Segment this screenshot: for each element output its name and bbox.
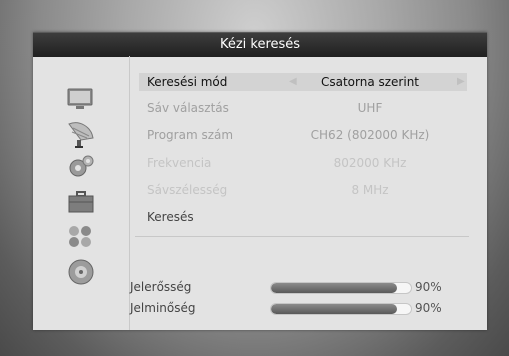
satellite-dish-icon[interactable] [67,118,95,152]
bandwidth-value: 8 MHz [351,183,389,197]
search-mode-value: Csatorna szerint [320,75,420,89]
search-row[interactable]: Keresés [139,208,467,226]
search-button[interactable]: Keresés [147,210,194,224]
settings-gear-icon[interactable] [67,153,95,183]
frequency-label: Frekvencia [147,156,212,170]
signal-quality-percent: 90% [415,301,442,315]
frequency-row: Frekvencia 802000 KHz [139,154,467,172]
chevron-right-icon[interactable]: ▶ [457,76,465,87]
signal-quality-label: Jelminőség [130,301,196,315]
band-select-label: Sáv választás [147,101,229,115]
signal-quality-fill [271,304,397,314]
band-select-value: UHF [357,101,383,115]
bandwidth-row: Sávszélesség 8 MHz [139,181,467,199]
tv-icon[interactable] [67,88,93,114]
signal-strength-bar [270,282,412,294]
manual-search-dialog: Kézi keresés Keresési mód ◀ Csatorna sze… [33,32,487,330]
settings-panel: Keresési mód ◀ Csatorna szerint ▶ Sáv vá… [130,56,487,330]
signal-strength-percent: 90% [415,280,442,294]
signal-quality-bar [270,303,412,315]
menu-sidebar [33,56,130,330]
signal-strength-label: Jelerősség [130,280,192,294]
band-select-row[interactable]: Sáv választás UHF [139,99,467,117]
program-number-value: CH62 (802000 KHz) [310,128,430,142]
title-bar: Kézi keresés [33,32,487,57]
search-mode-row[interactable]: Keresési mód ◀ Csatorna szerint ▶ [139,73,467,91]
bandwidth-label: Sávszélesség [147,183,228,197]
frequency-value: 802000 KHz [333,156,407,170]
program-number-label: Program szám [147,128,234,142]
dialog-title: Kézi keresés [219,37,301,52]
program-number-row[interactable]: Program szám CH62 (802000 KHz) [139,126,467,144]
media-disc-icon[interactable] [67,258,95,290]
divider [135,236,469,237]
search-mode-label: Keresési mód [147,75,228,89]
toolbox-icon[interactable] [67,191,95,217]
signal-strength-fill [271,283,397,293]
games-icon[interactable] [67,224,93,252]
